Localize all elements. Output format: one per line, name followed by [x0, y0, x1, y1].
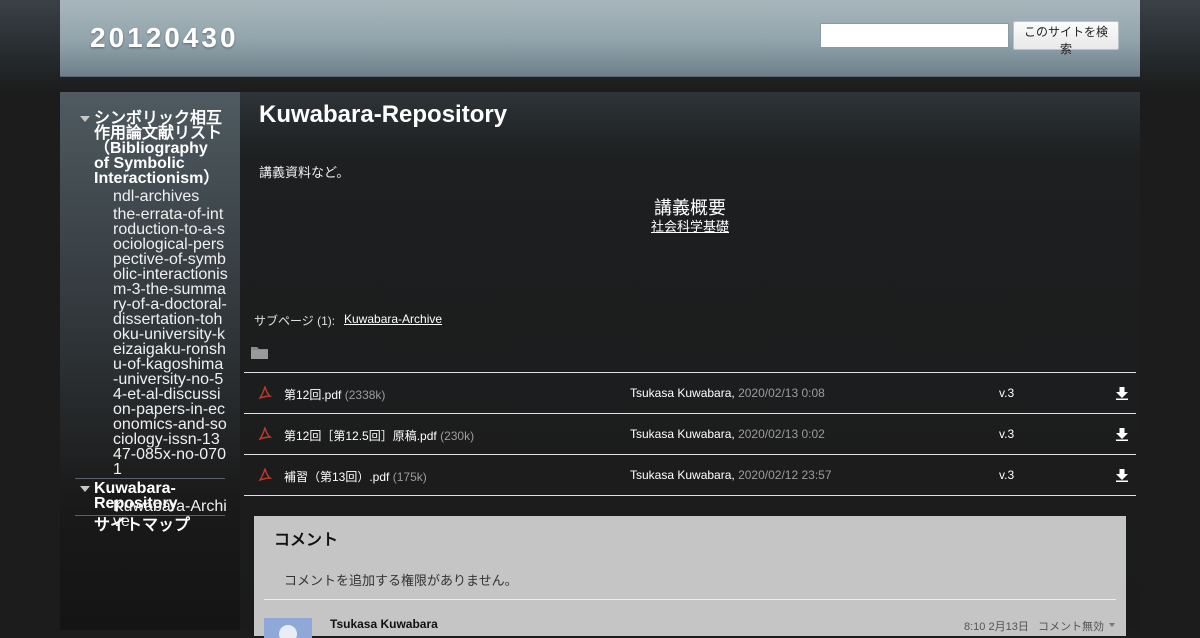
- file-author: Tsukasa Kuwabara, 2020/02/13 0:02: [630, 427, 825, 441]
- file-name-link[interactable]: 第12回.pdf (2338k): [284, 386, 385, 403]
- comment-disable-link[interactable]: コメント無効: [1038, 618, 1104, 634]
- pdf-icon: [258, 468, 272, 482]
- file-version-link[interactable]: v.3: [999, 468, 1014, 482]
- comments-divider: [264, 599, 1116, 600]
- attachments-table: 第12回.pdf (2338k) Tsukasa Kuwabara, 2020/…: [244, 372, 1136, 496]
- file-author: Tsukasa Kuwabara, 2020/02/13 0:08: [630, 386, 825, 400]
- sidebar-divider: [75, 515, 225, 516]
- site-title[interactable]: 20120430: [90, 22, 239, 54]
- site-header: 20120430 このサイトを検索: [60, 0, 1140, 76]
- table-row: 第12回.pdf (2338k) Tsukasa Kuwabara, 2020/…: [244, 372, 1136, 413]
- download-icon[interactable]: [1116, 387, 1128, 400]
- lecture-link[interactable]: 社会科学基礎: [240, 216, 1140, 235]
- file-name-link[interactable]: 補習（第13回）.pdf (175k): [284, 468, 427, 485]
- file-name-link[interactable]: 第12回［第12.5回］原稿.pdf (230k): [284, 427, 474, 444]
- comments-permission-note: コメントを追加する権限がありません。: [284, 573, 518, 588]
- page-title: Kuwabara-Repository: [259, 101, 508, 128]
- sidebar-item-sitemap[interactable]: サイトマップ: [94, 518, 224, 534]
- subpages-label: サブページ (1):: [254, 314, 336, 328]
- table-row: 第12回［第12.5回］原稿.pdf (230k) Tsukasa Kuwaba…: [244, 413, 1136, 454]
- sidebar-divider: [75, 478, 225, 479]
- sidebar-item-errata[interactable]: the-errata-of-introduction-to-a-sociolog…: [113, 207, 228, 478]
- folder-icon[interactable]: [251, 345, 268, 359]
- sidebar-nav: シンボリック相互作用論文献リスト（Bibliography of Symboli…: [60, 92, 240, 630]
- comments-panel: コメント コメントを追加する権限がありません。 Tsukasa Kuwabara…: [254, 516, 1126, 638]
- search-input[interactable]: [820, 23, 1009, 48]
- sidebar-item-bibliography[interactable]: シンボリック相互作用論文献リスト（Bibliography of Symboli…: [94, 111, 224, 187]
- expand-arrow-icon[interactable]: [80, 486, 90, 492]
- file-version-link[interactable]: v.3: [999, 427, 1014, 441]
- table-row: 補習（第13回）.pdf (175k) Tsukasa Kuwabara, 20…: [244, 454, 1136, 496]
- comment-author: Tsukasa Kuwabara: [330, 617, 438, 631]
- chevron-down-icon[interactable]: [1109, 623, 1115, 627]
- download-icon[interactable]: [1116, 469, 1128, 482]
- subpages-link[interactable]: Kuwabara-Archive: [344, 312, 442, 326]
- download-icon[interactable]: [1116, 428, 1128, 441]
- pdf-icon: [258, 427, 272, 441]
- main-content: Kuwabara-Repository 講義資料など。 講義概要 社会科学基礎 …: [240, 92, 1140, 638]
- comment-timestamp: 8:10 2月13日: [964, 621, 1029, 633]
- sidebar-item-ndl-archives[interactable]: ndl-archives: [113, 189, 228, 205]
- pdf-icon: [258, 386, 272, 400]
- file-version-link[interactable]: v.3: [999, 386, 1014, 400]
- avatar: [264, 618, 312, 638]
- comments-title: コメント: [274, 532, 339, 549]
- file-author: Tsukasa Kuwabara, 2020/02/12 23:57: [630, 468, 832, 482]
- expand-arrow-icon[interactable]: [80, 116, 90, 122]
- search-button[interactable]: このサイトを検索: [1013, 21, 1119, 56]
- intro-text: 講義資料など。: [259, 165, 350, 180]
